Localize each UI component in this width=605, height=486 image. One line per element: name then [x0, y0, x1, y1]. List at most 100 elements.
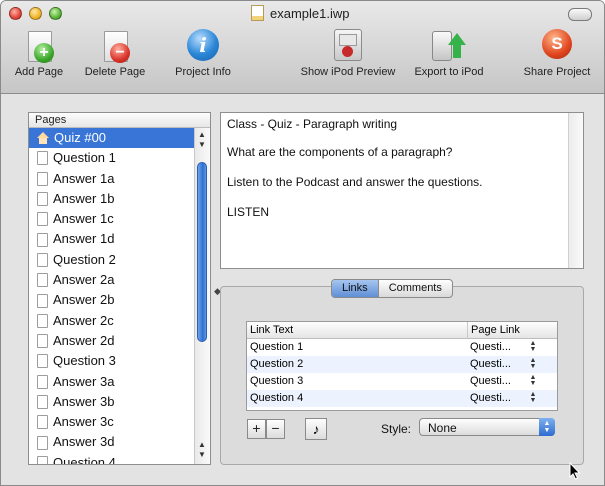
ipod-preview-icon: [331, 29, 365, 63]
page-link-cell[interactable]: Questi...: [467, 339, 526, 356]
page-icon: [37, 334, 48, 349]
share-project-button[interactable]: S Share Project: [515, 29, 599, 78]
page-list-item[interactable]: Answer 1c: [29, 209, 195, 229]
info-icon: i: [186, 29, 220, 63]
pages-list-pane: Pages Quiz #00 Question 1 Answer 1a Answer …: [28, 112, 211, 465]
page-icon: [37, 293, 48, 308]
page-list-item-label: Answer 3a: [53, 373, 115, 389]
minimize-window-button[interactable]: [29, 7, 42, 20]
stepper-arrows-icon[interactable]: ▲ ▼: [526, 390, 540, 407]
page-icon: [37, 415, 48, 430]
project-info-label: Project Info: [175, 66, 231, 78]
window-title-text: example1.iwp: [270, 5, 350, 21]
pages-scrollbar[interactable]: ▲ ▼ ▲ ▼: [194, 128, 210, 464]
export-ipod-icon: [432, 29, 466, 63]
page-icon: [37, 455, 48, 464]
window-title: example1.iwp: [251, 5, 350, 21]
share-project-label: Share Project: [523, 66, 591, 78]
page-list-item[interactable]: Question 2: [29, 250, 195, 270]
page-list-item[interactable]: Answer 1d: [29, 229, 195, 249]
toolbar-toggle-button[interactable]: [568, 8, 592, 21]
share-project-icon: S: [540, 29, 574, 63]
page-icon: [37, 374, 48, 389]
style-select-value: None: [428, 421, 457, 435]
page-list-item-label: Question 4: [53, 454, 116, 465]
page-list-item[interactable]: Answer 3d: [29, 432, 195, 452]
delete-page-button[interactable]: − Delete Page: [79, 29, 151, 78]
page-list-item-label: Question 3: [53, 353, 116, 369]
page-list-item-label: Answer 3d: [53, 434, 115, 450]
column-header-page-link[interactable]: Page Link: [468, 322, 541, 338]
page-icon: [37, 435, 48, 450]
page-list-item-label: Answer 1a: [53, 170, 115, 186]
scroll-down-arrow-icon[interactable]: ▼: [198, 141, 206, 149]
page-list-item[interactable]: Answer 2c: [29, 311, 195, 331]
table-row[interactable]: Question 2 Questi... ▲ ▼: [247, 356, 557, 373]
show-ipod-preview-button[interactable]: Show iPod Preview: [293, 29, 403, 78]
page-link-cell[interactable]: Questi...: [467, 356, 526, 373]
page-list-item-label: Answer 1d: [53, 231, 115, 247]
page-list-item[interactable]: Question 1: [29, 148, 195, 168]
content-scrollbar[interactable]: [568, 113, 583, 268]
stepper-arrows-icon[interactable]: ▲ ▼: [526, 339, 540, 356]
link-text-cell[interactable]: Question 3: [247, 373, 467, 390]
links-table-header: Link Text Page Link: [247, 322, 557, 339]
page-list-item[interactable]: Answer 1a: [29, 169, 195, 189]
export-to-ipod-button[interactable]: Export to iPod: [409, 29, 489, 78]
style-select[interactable]: None ▲ ▼: [419, 418, 555, 436]
page-list-item[interactable]: Answer 2b: [29, 290, 195, 310]
page-list-item-label: Answer 3b: [53, 393, 115, 409]
content-line: What are the components of a paragraph?: [227, 145, 453, 159]
add-page-icon: +: [22, 29, 56, 63]
pages-list: Quiz #00 Question 1 Answer 1a Answer 1b Answ…: [29, 128, 195, 465]
table-row[interactable]: Question 4 Questi... ▲ ▼: [247, 390, 557, 407]
tab-comments[interactable]: Comments: [379, 280, 452, 297]
stepper-arrows-icon[interactable]: ▲ ▼: [526, 373, 540, 390]
page-list-item[interactable]: Answer 3c: [29, 412, 195, 432]
table-row[interactable]: Question 1 Questi... ▲ ▼: [247, 339, 557, 356]
page-content-textarea[interactable]: Class - Quiz - Paragraph writing What ar…: [220, 112, 584, 269]
page-icon: [37, 171, 48, 186]
project-info-button[interactable]: i Project Info: [171, 29, 235, 78]
page-list-item[interactable]: Question 3: [29, 351, 195, 371]
remove-link-button[interactable]: −: [266, 419, 285, 439]
link-text-cell[interactable]: Question 1: [247, 339, 467, 356]
stepper-arrows-icon[interactable]: ▲ ▼: [526, 356, 540, 373]
sound-button[interactable]: ♪: [305, 418, 327, 440]
link-text-cell[interactable]: Question 4: [247, 390, 467, 407]
content-line: Listen to the Podcast and answer the que…: [227, 175, 483, 189]
link-text-cell[interactable]: Question 2: [247, 356, 467, 373]
pages-scrollbar-thumb[interactable]: [197, 162, 207, 342]
close-window-button[interactable]: [9, 7, 22, 20]
add-link-button[interactable]: +: [247, 419, 266, 439]
page-list-item[interactable]: Answer 2a: [29, 270, 195, 290]
toolbar: example1.iwp + Add Page − Delete Page i …: [1, 1, 604, 94]
tab-links[interactable]: Links: [332, 280, 379, 297]
page-list-item[interactable]: Answer 2d: [29, 331, 195, 351]
scroll-up-arrow-icon[interactable]: ▲: [198, 441, 206, 449]
scroll-down-arrow-icon[interactable]: ▼: [198, 451, 206, 459]
page-link-cell[interactable]: Questi...: [467, 373, 526, 390]
delete-page-icon: −: [98, 29, 132, 63]
page-list-item[interactable]: Quiz #00: [29, 128, 195, 149]
page-list-item-label: Answer 2d: [53, 332, 115, 348]
page-list-item[interactable]: Question 4: [29, 453, 195, 465]
select-arrows-icon: ▲ ▼: [539, 418, 555, 436]
page-link-cell[interactable]: Questi...: [467, 390, 526, 407]
page-list-item-label: Answer 3c: [53, 414, 114, 430]
scroll-up-arrow-icon[interactable]: ▲: [198, 131, 206, 139]
page-list-item-label: Answer 1b: [53, 190, 115, 206]
links-comments-tabs: Links Comments: [331, 279, 453, 298]
page-list-item[interactable]: Answer 3a: [29, 372, 195, 392]
page-list-item-label: Question 1: [53, 150, 116, 166]
page-list-item[interactable]: Answer 1b: [29, 189, 195, 209]
table-row[interactable]: Question 3 Questi... ▲ ▼: [247, 373, 557, 390]
page-list-item-label: Answer 2c: [53, 312, 114, 328]
pages-header: Pages: [29, 113, 210, 128]
zoom-window-button[interactable]: [49, 7, 62, 20]
page-icon: [37, 354, 48, 369]
column-header-link-text[interactable]: Link Text: [247, 322, 468, 338]
add-page-button[interactable]: + Add Page: [3, 29, 75, 78]
page-icon: [37, 252, 48, 267]
page-list-item[interactable]: Answer 3b: [29, 392, 195, 412]
